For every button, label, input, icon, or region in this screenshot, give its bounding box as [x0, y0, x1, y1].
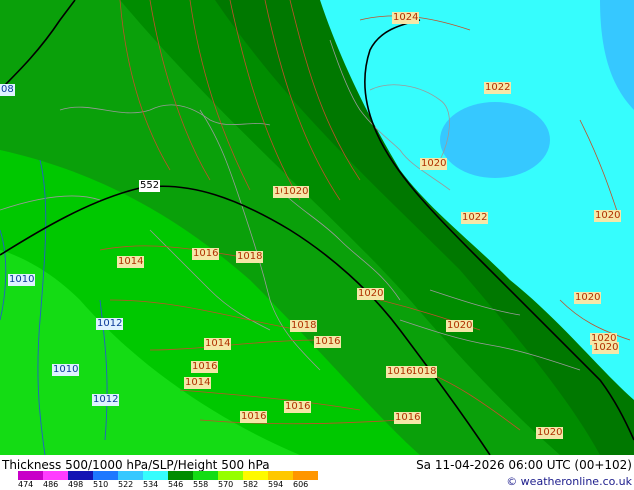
legend-tick: 498 [68, 480, 84, 489]
isobar-label: 1018 [410, 366, 438, 378]
isobar-label: 1010 [8, 274, 36, 286]
isobar-label: 1016 [394, 412, 422, 424]
legend-swatch [193, 471, 218, 480]
isobar-label: 1024 [392, 12, 420, 24]
isobar-label: 1010 [52, 364, 80, 376]
isobar-label: 1020 [357, 288, 385, 300]
legend-tick: 594 [268, 480, 284, 489]
isobar-label: 1014 [204, 338, 232, 350]
legend-color-bar [18, 471, 318, 480]
legend-tick-labels: 474 486 498 510 522 534 546 558 570 582 594 606 [18, 480, 338, 490]
legend-tick: 582 [243, 480, 259, 489]
isobar-label: 1018 [290, 320, 318, 332]
legend-tick: 606 [293, 480, 309, 489]
legend-tick: 522 [118, 480, 134, 489]
legend-tick: 570 [218, 480, 234, 489]
isobar-label: 1020 [420, 158, 448, 170]
legend-swatch [68, 471, 93, 480]
isobar-label: 1014 [117, 256, 145, 268]
valid-time: Sa 11-04-2026 06:00 UTC (00+102) [416, 458, 632, 472]
legend-swatch [118, 471, 143, 480]
weather-map: 1024 1022 1020 1022 1020 1020 1020 1020 1020 1020… [0, 0, 634, 455]
isobar-label: 1012 [92, 394, 120, 406]
isobar-label: 1018 [236, 251, 264, 263]
isobar-label: 08 [0, 84, 15, 96]
legend-swatch [43, 471, 68, 480]
isobar-label: 1020 [592, 342, 620, 354]
map-canvas [0, 0, 634, 455]
legend-tick: 510 [93, 480, 109, 489]
legend-swatch [293, 471, 318, 480]
isobar-label: 1016 [386, 366, 414, 378]
isobar-label: 1020 [594, 210, 622, 222]
legend-swatch [268, 471, 293, 480]
isobar-label: 1016 [240, 411, 268, 423]
isobar-label: 1012 [96, 318, 124, 330]
isobar-label: 552 [139, 180, 161, 192]
legend-swatch [218, 471, 243, 480]
legend-swatch [143, 471, 168, 480]
cold-pocket [440, 102, 550, 178]
chart-title: Thickness 500/1000 hPa/SLP/Height 500 hP… [2, 458, 270, 472]
legend-tick: 474 [18, 480, 34, 489]
isobar-label: 1022 [461, 212, 489, 224]
legend-tick: 546 [168, 480, 184, 489]
isobar-label: 1016 [284, 401, 312, 413]
legend-swatch [93, 471, 118, 480]
isobar-label: 1014 [184, 377, 212, 389]
legend-swatch [18, 471, 43, 480]
legend-swatch [168, 471, 193, 480]
isobar-label: 1020 [574, 292, 602, 304]
legend-swatch [243, 471, 268, 480]
legend-tick: 534 [143, 480, 159, 489]
isobar-label: 1022 [484, 82, 512, 94]
isobar-label: 1016 [191, 361, 219, 373]
legend-tick: 558 [193, 480, 209, 489]
isobar-label: 1020 [536, 427, 564, 439]
credit-link[interactable]: © weatheronline.co.uk [506, 475, 632, 488]
footer: Thickness 500/1000 hPa/SLP/Height 500 hP… [0, 455, 634, 490]
legend-tick: 486 [43, 480, 59, 489]
isobar-label: 1020 [282, 186, 310, 198]
isobar-label: 1016 [314, 336, 342, 348]
isobar-label: 1020 [446, 320, 474, 332]
isobar-label: 1016 [192, 248, 220, 260]
